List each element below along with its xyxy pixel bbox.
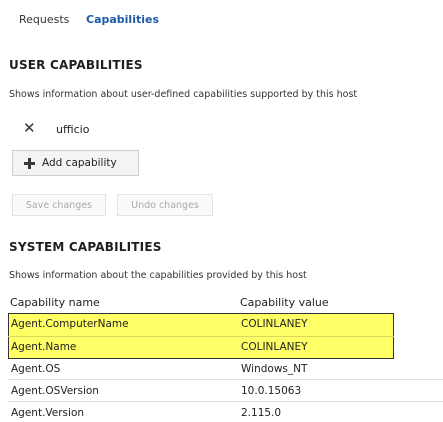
tab-requests[interactable]: Requests	[19, 13, 69, 26]
capability-value-cell: 10.0.15063	[241, 385, 302, 397]
add-capability-label: Add capability	[42, 157, 117, 169]
system-capabilities-description: Shows information about the capabilities…	[9, 270, 307, 281]
undo-changes-label: Undo changes	[131, 199, 199, 211]
row-divider	[8, 336, 394, 337]
row-divider	[8, 401, 443, 402]
capability-name-cell: Agent.Name	[11, 341, 77, 353]
row-divider	[8, 379, 443, 380]
capability-name-cell: Agent.OSVersion	[11, 385, 99, 397]
capability-value-cell: COLINLANEY	[241, 341, 308, 353]
undo-changes-button[interactable]: Undo changes	[117, 194, 213, 216]
user-capabilities-heading: USER CAPABILITIES	[9, 58, 143, 72]
capability-name-cell: Agent.OS	[11, 363, 61, 375]
close-icon[interactable]: ✕	[23, 121, 36, 136]
tab-capabilities[interactable]: Capabilities	[86, 13, 159, 26]
add-capability-button[interactable]: Add capability	[12, 150, 139, 176]
capability-entry-input[interactable]: ufficio	[56, 123, 89, 136]
capability-value-cell: COLINLANEY	[241, 318, 308, 330]
column-header-capability-value[interactable]: Capability value	[240, 296, 329, 309]
column-header-capability-name[interactable]: Capability name	[10, 296, 100, 309]
capability-value-cell: 2.115.0	[241, 407, 282, 419]
capability-value-cell: Windows_NT	[241, 363, 308, 375]
system-capabilities-heading: SYSTEM CAPABILITIES	[9, 240, 162, 254]
plus-icon	[24, 157, 35, 169]
capability-name-cell: Agent.ComputerName	[11, 318, 129, 330]
capability-name-cell: Agent.Version	[11, 407, 85, 419]
save-changes-button[interactable]: Save changes	[12, 194, 106, 216]
save-changes-label: Save changes	[25, 199, 93, 211]
user-capabilities-description: Shows information about user-defined cap…	[9, 89, 358, 100]
